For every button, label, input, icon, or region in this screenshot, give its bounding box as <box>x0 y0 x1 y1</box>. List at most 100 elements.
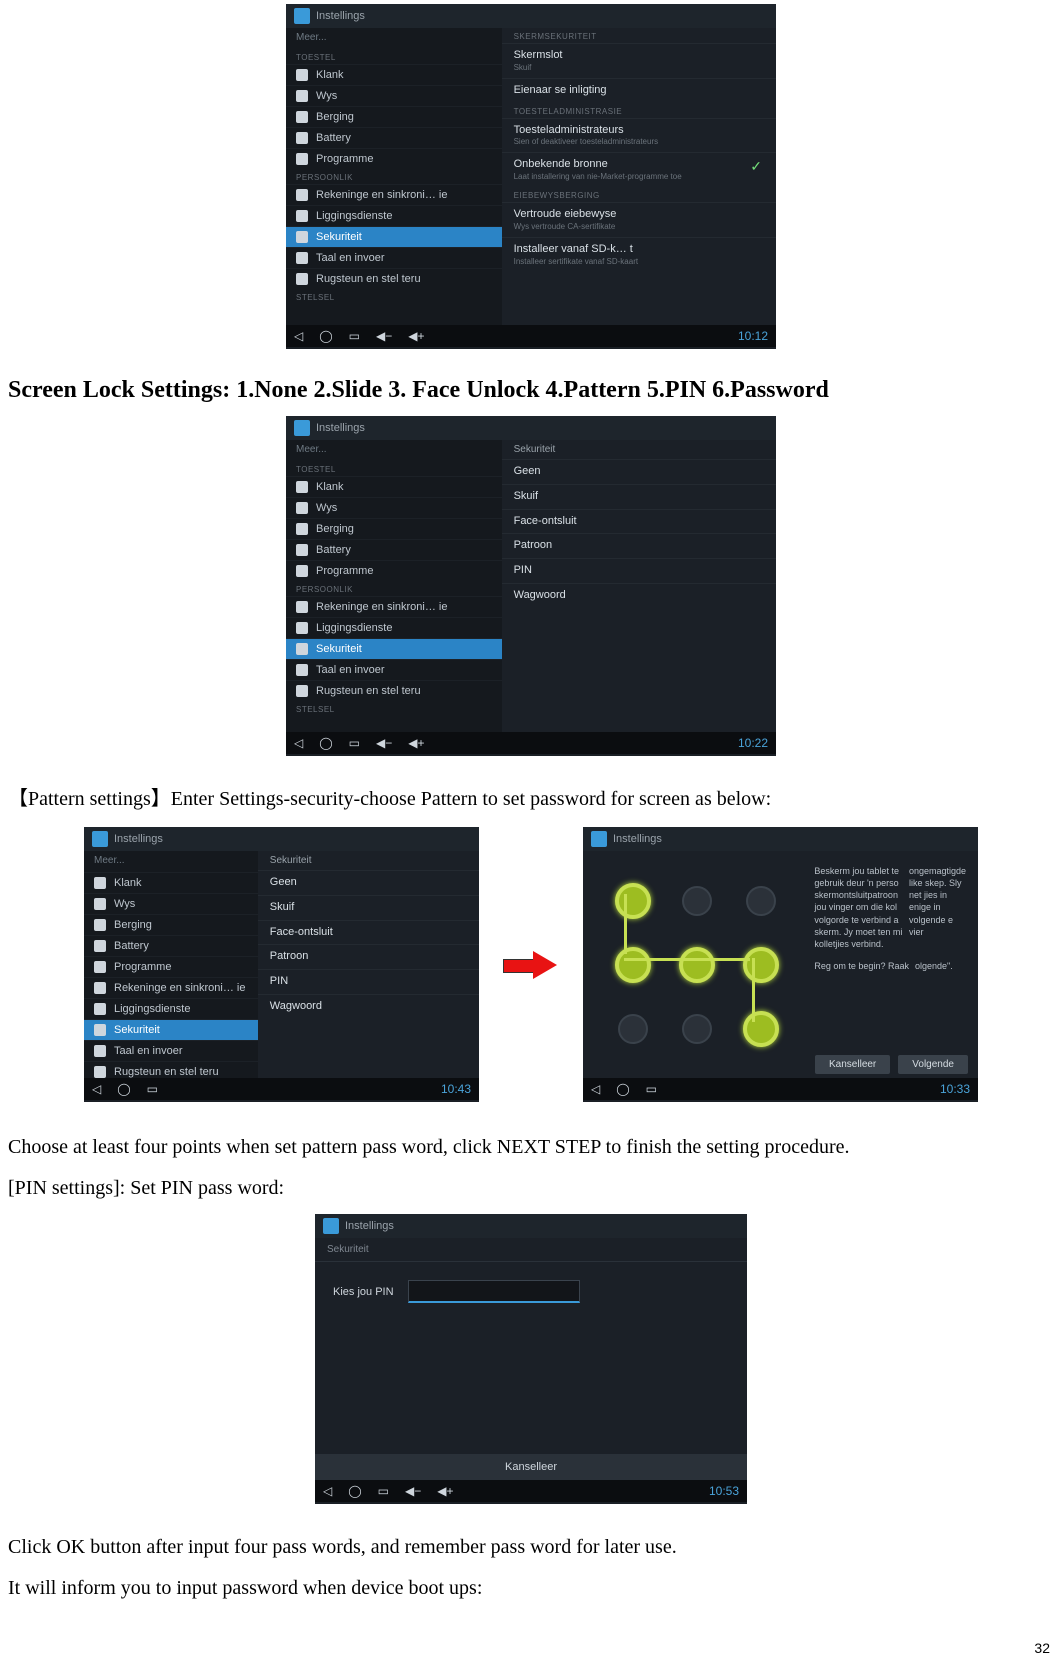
sync-icon <box>296 189 308 201</box>
apps-icon <box>296 565 308 577</box>
sidebar-category: TOESTEL <box>286 461 502 476</box>
sound-icon <box>296 481 308 493</box>
location-icon <box>296 210 308 222</box>
pattern-dot <box>743 1011 779 1047</box>
sidebar-item: Rugsteun en stel teru <box>84 1061 258 1078</box>
pattern-dot <box>743 947 779 983</box>
sidebar-item: Liggingsdienste <box>286 617 502 638</box>
cancel-button: Kanselleer <box>815 1055 890 1074</box>
sidebar-item: Battery <box>286 127 502 148</box>
back-icon: ◁ <box>92 1082 101 1096</box>
setting-row: Eienaar se inligting <box>502 78 776 103</box>
pattern-instructions: Beskerm jou tablet te gebruik deur 'n pe… <box>810 851 978 1078</box>
pattern-dot <box>679 947 715 983</box>
nav-buttons: ◁◯▭◀−◀+ <box>294 329 425 343</box>
status-clock: 10:12 <box>738 329 768 343</box>
backup-icon <box>296 685 308 697</box>
pin-input <box>408 1280 580 1303</box>
sound-icon <box>296 69 308 81</box>
setting-row: Installeer vanaf SD-k… tInstalleer serti… <box>502 237 776 272</box>
back-icon: ◁ <box>323 1484 332 1498</box>
home-icon: ◯ <box>348 1484 361 1498</box>
recent-icon: ▭ <box>147 1082 158 1096</box>
lock-option: PIN <box>258 969 479 994</box>
app-title: Instellings <box>345 1220 394 1232</box>
recent-icon: ▭ <box>349 736 360 750</box>
screenshot-lock-options-small: Instellings Meer... Klank Wys Berging Ba… <box>84 827 479 1102</box>
sidebar-item: Taal en invoer <box>286 659 502 680</box>
settings-detail-panel: SKERMSEKURITEIT SkermslotSkuif Eienaar s… <box>502 28 776 325</box>
pin-heading-text: [PIN settings]: Set PIN pass word: <box>8 1173 1054 1204</box>
sidebar-more: Meer... <box>286 28 502 49</box>
sidebar-item: Liggingsdienste <box>84 998 258 1019</box>
window-titlebar: Instellings <box>583 827 978 851</box>
volume-down-icon: ◀− <box>376 329 392 343</box>
nav-buttons: ◁◯▭◀−◀+ <box>294 736 425 750</box>
home-icon: ◯ <box>319 736 332 750</box>
battery-icon <box>296 544 308 556</box>
pattern-dot <box>746 886 776 916</box>
heading-screen-lock: Screen Lock Settings: 1.None 2.Slide 3. … <box>8 377 1054 404</box>
back-icon: ◁ <box>591 1082 600 1096</box>
language-icon <box>296 252 308 264</box>
status-clock: 10:22 <box>738 736 768 750</box>
panel-category: TOESTELADMINISTRASIE <box>502 103 776 118</box>
system-navbar: ◁◯▭◀−◀+ 10:12 <box>286 325 776 347</box>
battery-icon <box>296 132 308 144</box>
settings-icon <box>294 420 310 436</box>
window-titlebar: Instellings <box>286 416 776 440</box>
lock-option: Geen <box>502 459 776 484</box>
arrow-right-icon <box>503 951 559 979</box>
sidebar-item: Liggingsdienste <box>286 205 502 226</box>
pin-label: Kies jou PIN <box>333 1286 394 1298</box>
lock-option: Face-ontsluit <box>258 920 479 945</box>
settings-icon <box>323 1218 339 1234</box>
pattern-line <box>624 894 627 954</box>
back-icon: ◁ <box>294 736 303 750</box>
panel-heading: Sekuriteit <box>258 851 479 870</box>
sidebar-item: Klank <box>286 476 502 497</box>
setting-row: ToesteladministrateursSien of deaktiveer… <box>502 118 776 153</box>
sidebar-item: Klank <box>286 64 502 85</box>
click-ok-text: Click OK button after input four pass wo… <box>8 1532 1054 1563</box>
screenshot-draw-pattern: Instellings <box>583 827 978 1102</box>
cancel-bar: Kanselleer <box>315 1454 747 1480</box>
breadcrumb: Sekuriteit <box>315 1238 747 1262</box>
pattern-button-row: Kanselleer Volgende <box>815 1055 968 1074</box>
lock-option: Wagwoord <box>258 994 479 1019</box>
system-navbar: ◁◯▭◀−◀+ 10:53 <box>315 1480 747 1502</box>
page-number: 32 <box>8 1614 1054 1662</box>
screenshot-lock-options: Instellings Meer... TOESTEL Klank Wys Be… <box>286 416 776 756</box>
window-titlebar: Instellings <box>286 4 776 28</box>
backup-icon <box>296 273 308 285</box>
screenshot-security-settings: Instellings Meer... TOESTEL Klank Wys Be… <box>286 4 776 349</box>
sidebar-more: Meer... <box>84 851 258 872</box>
setting-row: Vertroude eiebewyseWys vertroude CA-sert… <box>502 202 776 237</box>
nav-buttons: ◁◯▭◀−◀+ <box>323 1484 454 1498</box>
sidebar-item: Rugsteun en stel teru <box>286 268 502 289</box>
sidebar-item: Berging <box>84 914 258 935</box>
sidebar-item: Programme <box>84 956 258 977</box>
status-clock: 10:43 <box>441 1082 471 1096</box>
home-icon: ◯ <box>616 1082 629 1096</box>
pattern-dot <box>682 886 712 916</box>
battery-icon <box>94 940 106 952</box>
sidebar-item: Taal en invoer <box>84 1040 258 1061</box>
app-title: Instellings <box>613 833 662 845</box>
inform-text: It will inform you to input password whe… <box>8 1573 1054 1604</box>
check-icon: ✓ <box>750 158 762 175</box>
location-icon <box>94 1003 106 1015</box>
next-button: Volgende <box>898 1055 968 1074</box>
sidebar-item: Berging <box>286 518 502 539</box>
lock-option: Wagwoord <box>502 583 776 608</box>
volume-up-icon: ◀+ <box>408 329 424 343</box>
apps-icon <box>296 153 308 165</box>
settings-icon <box>92 831 108 847</box>
pattern-line <box>624 958 750 961</box>
pattern-intro-text: 【Pattern settings】Enter Settings-securit… <box>8 784 1054 815</box>
sidebar-item: Wys <box>84 893 258 914</box>
lock-option: PIN <box>502 558 776 583</box>
status-clock: 10:53 <box>709 1484 739 1498</box>
settings-icon <box>294 8 310 24</box>
display-icon <box>296 502 308 514</box>
